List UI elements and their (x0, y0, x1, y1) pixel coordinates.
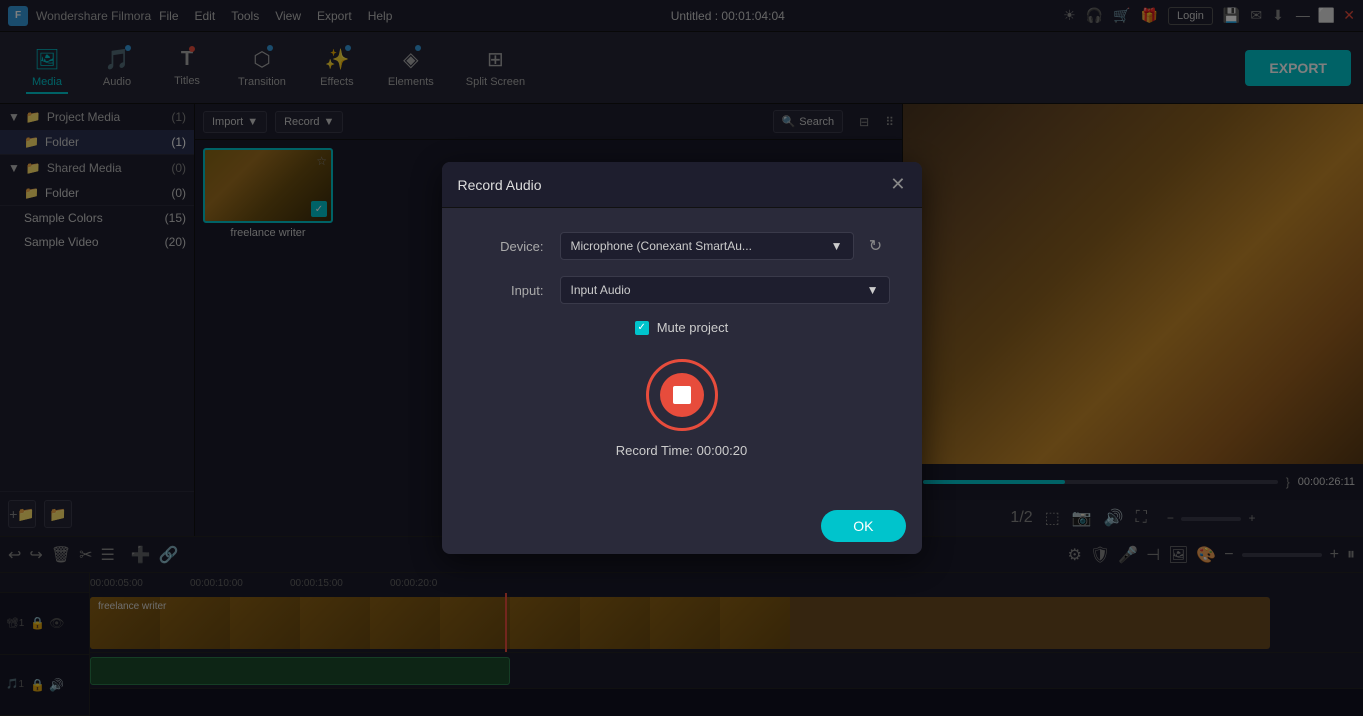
record-button[interactable] (646, 359, 718, 431)
input-row: Input: Input Audio ▼ (474, 276, 890, 304)
ok-button[interactable]: OK (821, 510, 905, 542)
stop-icon (673, 386, 691, 404)
dialog-header: Record Audio ✕ (442, 162, 922, 208)
dialog-overlay[interactable]: Record Audio ✕ Device: Microphone (Conex… (0, 0, 1363, 716)
device-label: Device: (474, 239, 544, 254)
record-button-inner (660, 373, 704, 417)
mute-row: ✓ Mute project (474, 320, 890, 335)
dialog-title: Record Audio (458, 177, 542, 193)
record-audio-dialog: Record Audio ✕ Device: Microphone (Conex… (442, 162, 922, 554)
record-time-display: Record Time: 00:00:20 (616, 443, 748, 458)
input-value: Input Audio (571, 283, 631, 297)
dialog-footer: OK (442, 498, 922, 554)
input-select[interactable]: Input Audio ▼ (560, 276, 890, 304)
input-label: Input: (474, 283, 544, 298)
dialog-body: Device: Microphone (Conexant SmartAu... … (442, 208, 922, 498)
dialog-close-button[interactable]: ✕ (890, 174, 905, 195)
mute-checkbox[interactable]: ✓ (635, 321, 649, 335)
device-chevron-icon: ▼ (831, 239, 843, 253)
mute-label: Mute project (657, 320, 729, 335)
refresh-button[interactable]: ↻ (862, 232, 890, 260)
device-row: Device: Microphone (Conexant SmartAu... … (474, 232, 890, 260)
device-select[interactable]: Microphone (Conexant SmartAu... ▼ (560, 232, 854, 260)
input-chevron-icon: ▼ (867, 283, 879, 297)
device-value: Microphone (Conexant SmartAu... (571, 239, 752, 253)
record-button-area: Record Time: 00:00:20 (474, 359, 890, 458)
